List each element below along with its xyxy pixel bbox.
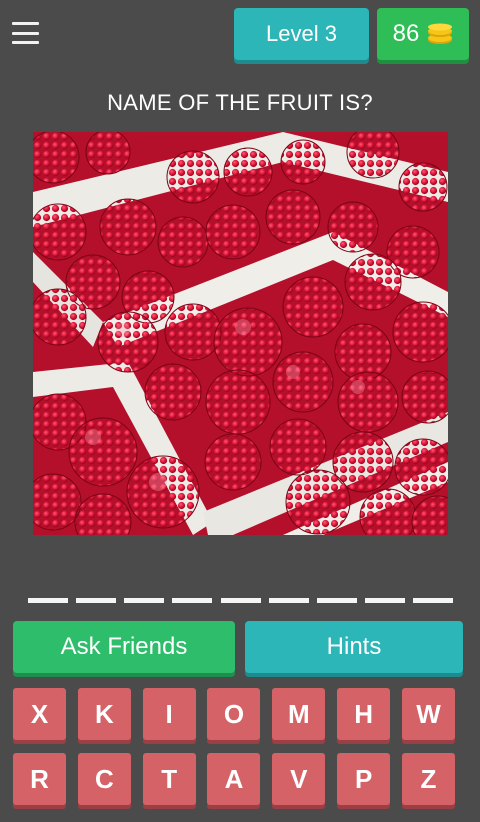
letter-keyboard: X K I O M H W R C T A V P Z bbox=[13, 688, 455, 818]
raspberries-image bbox=[33, 132, 448, 535]
answer-slot[interactable] bbox=[172, 598, 213, 603]
answer-slot[interactable] bbox=[124, 598, 165, 603]
letter-key[interactable]: R bbox=[13, 753, 66, 805]
answer-slots bbox=[28, 598, 453, 604]
coins-badge[interactable]: 86 bbox=[377, 8, 469, 60]
question-text: NAME OF THE FRUIT IS? bbox=[107, 90, 373, 115]
letter-key[interactable]: Z bbox=[401, 753, 455, 805]
letter-key[interactable]: O bbox=[207, 688, 261, 740]
letter-key[interactable]: W bbox=[401, 688, 455, 740]
hints-button[interactable]: Hints bbox=[245, 621, 463, 673]
menu-button[interactable] bbox=[12, 22, 39, 44]
ask-friends-label: Ask Friends bbox=[60, 633, 188, 660]
coin-stack-icon bbox=[428, 23, 453, 44]
level-badge: Level 3 bbox=[234, 8, 369, 60]
letter-key[interactable]: K bbox=[77, 688, 131, 740]
answer-slot[interactable] bbox=[364, 598, 405, 603]
letter-key[interactable]: C bbox=[77, 753, 131, 805]
ask-friends-button[interactable]: Ask Friends bbox=[13, 621, 235, 673]
key-row-2: R C T A V P Z bbox=[13, 753, 455, 805]
letter-key[interactable]: X bbox=[13, 688, 66, 740]
answer-slot[interactable] bbox=[220, 598, 261, 603]
letter-key[interactable]: P bbox=[337, 753, 391, 805]
answer-slot[interactable] bbox=[268, 598, 309, 603]
letter-key[interactable]: I bbox=[142, 688, 196, 740]
fruit-photo bbox=[33, 132, 448, 535]
key-row-1: X K I O M H W bbox=[13, 688, 455, 740]
hamburger-menu-icon bbox=[12, 22, 39, 25]
answer-slot[interactable] bbox=[28, 598, 68, 603]
answer-slot[interactable] bbox=[413, 598, 453, 603]
letter-key[interactable]: M bbox=[272, 688, 326, 740]
letter-key[interactable]: V bbox=[272, 753, 326, 805]
answer-slot[interactable] bbox=[76, 598, 117, 603]
hints-label: Hints bbox=[326, 633, 382, 660]
level-label: Level 3 bbox=[266, 21, 337, 46]
letter-key[interactable]: H bbox=[337, 688, 391, 740]
answer-slot[interactable] bbox=[316, 598, 357, 603]
letter-key[interactable]: A bbox=[207, 753, 261, 805]
letter-key[interactable]: T bbox=[142, 753, 196, 805]
coin-count: 86 bbox=[392, 20, 420, 47]
